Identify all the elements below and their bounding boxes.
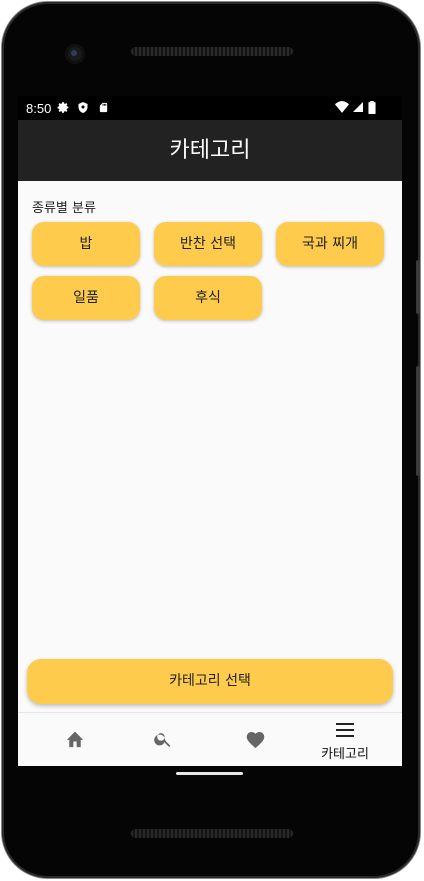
volume-button [416,366,420,476]
power-button [416,260,420,314]
status-bar: 8:50 [18,96,402,120]
gear-icon [57,101,70,117]
nav-category-label: 카테고리 [321,747,369,762]
top-speaker [131,47,293,56]
home-indicator[interactable] [176,772,243,775]
nav-home[interactable] [27,713,123,766]
nav-search[interactable] [115,713,211,766]
bottom-speaker [131,829,293,838]
app-bar: 카테고리 [18,120,402,181]
section-label: 종류별 분류 [32,201,96,216]
category-chip-dessert[interactable]: 후식 [154,276,262,320]
menu-icon [297,722,393,741]
search-icon [115,729,211,753]
nav-favorites[interactable] [207,713,303,766]
screen: 8:50 카테고리 종류별 분류 밥 반찬 선택 국과 찌개 일품 후식 카테고… [18,96,402,766]
battery-icon [368,101,376,117]
category-chip-rice[interactable]: 밥 [32,222,140,266]
nav-category[interactable]: 카테고리 [297,713,393,766]
sd-card-icon [98,101,109,117]
bottom-nav: 카테고리 [18,712,402,766]
category-select-button[interactable]: 카테고리 선택 [27,659,393,704]
category-chip-soup-stew[interactable]: 국과 찌개 [276,222,384,266]
category-chip-main-dish[interactable]: 일품 [32,276,140,320]
home-icon [27,730,123,752]
wifi-icon [335,101,349,116]
front-camera [65,44,85,64]
signal-icon [352,101,364,116]
category-chip-side-dish[interactable]: 반찬 선택 [154,222,262,266]
shield-icon [77,101,89,117]
status-time: 8:50 [26,101,52,116]
page-title: 카테고리 [169,138,251,163]
heart-icon [207,729,303,753]
